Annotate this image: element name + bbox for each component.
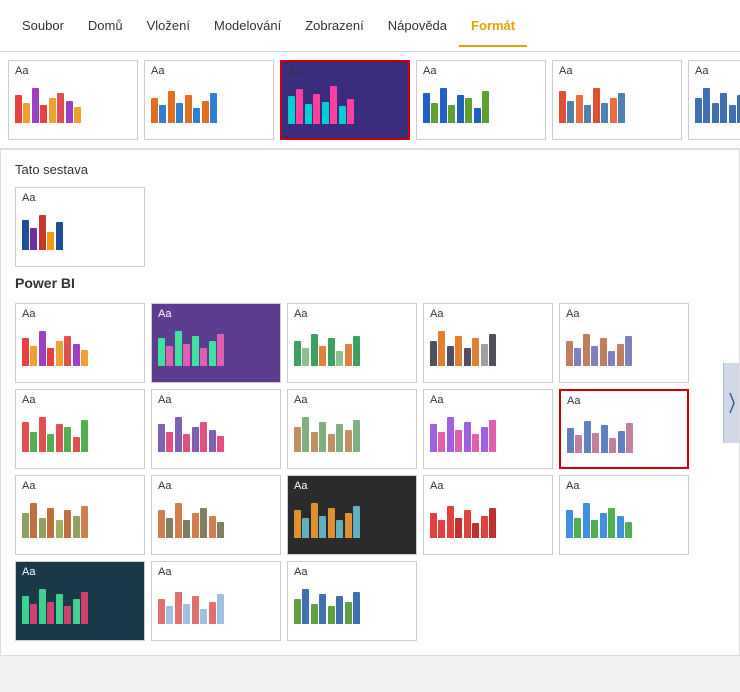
theme-card-pbi14[interactable]: Aa	[423, 475, 553, 555]
tab-format[interactable]: Formát	[459, 4, 527, 47]
theme-card-tr1[interactable]: Aa	[15, 187, 145, 267]
tab-zobrazeni[interactable]: Zobrazení	[293, 4, 376, 47]
theme-label: Aa	[294, 566, 410, 578]
theme-label: Aa	[22, 566, 138, 578]
tab-napoveda[interactable]: Nápověda	[376, 4, 459, 47]
theme-card-pbi2[interactable]: Aa	[151, 303, 281, 383]
theme-label: Aa	[158, 308, 274, 320]
theme-label: Aa	[22, 480, 138, 492]
theme-label: Aa	[566, 308, 682, 320]
theme-card-pbi16[interactable]: Aa	[15, 561, 145, 641]
this-report-themes-grid: Aa	[15, 187, 725, 267]
theme-card-pbi4[interactable]: Aa	[423, 303, 553, 383]
theme-label: Aa	[294, 308, 410, 320]
theme-label: Aa	[158, 480, 274, 492]
theme-card-t4[interactable]: Aa	[416, 60, 546, 140]
theme-card-pbi9[interactable]: Aa	[423, 389, 553, 469]
section-power-bi-title: Power BI	[15, 275, 725, 291]
theme-card-pbi18[interactable]: Aa	[287, 561, 417, 641]
theme-card-pbi10[interactable]: AaExecutive	[559, 389, 689, 469]
theme-card-pbi8[interactable]: Aa	[287, 389, 417, 469]
right-side-arrow[interactable]	[723, 363, 739, 443]
theme-card-pbi5[interactable]: Aa	[559, 303, 689, 383]
theme-card-pbi12[interactable]: Aa	[151, 475, 281, 555]
chevron-right-icon	[728, 388, 736, 418]
theme-card-pbi13[interactable]: Aa	[287, 475, 417, 555]
theme-label: Aa	[288, 66, 402, 78]
theme-card-pbi3[interactable]: Aa	[287, 303, 417, 383]
section-this-report-title: Tato sestava	[15, 162, 725, 177]
ribbon: Soubor Domů Vložení Modelování Zobrazení…	[0, 0, 740, 52]
theme-card-pbi17[interactable]: Aa	[151, 561, 281, 641]
theme-card-pbi15[interactable]: Aa	[559, 475, 689, 555]
theme-label: Aa	[566, 480, 682, 492]
tab-domu[interactable]: Domů	[76, 4, 135, 47]
theme-label: Aa	[22, 308, 138, 320]
theme-label: Aa	[151, 65, 267, 77]
theme-label: Aa	[430, 394, 546, 406]
theme-card-t5[interactable]: Aa	[552, 60, 682, 140]
theme-card-t1[interactable]: Aa	[8, 60, 138, 140]
theme-dropdown-panel: Tato sestava Aa Power BI AaAaAaAaAaAaAaA…	[0, 149, 740, 656]
theme-label: Aa	[430, 480, 546, 492]
theme-label: Aa	[15, 65, 131, 77]
theme-label: Aa	[158, 394, 274, 406]
theme-card-pbi6[interactable]: Aa	[15, 389, 145, 469]
theme-label: Aa	[22, 192, 138, 204]
theme-card-pbi7[interactable]: Aa	[151, 389, 281, 469]
theme-label: Aa	[423, 65, 539, 77]
theme-card-t3[interactable]: Aa	[280, 60, 410, 140]
tab-soubor[interactable]: Soubor	[10, 4, 76, 47]
theme-card-pbi1[interactable]: Aa	[15, 303, 145, 383]
power-bi-themes-grid: AaAaAaAaAaAaAaAaAaAaExecutiveAaAaAaAaAaA…	[15, 303, 725, 641]
theme-card-pbi11[interactable]: Aa	[15, 475, 145, 555]
theme-label: Aa	[294, 480, 410, 492]
theme-label: Aa	[559, 65, 675, 77]
theme-card-t2[interactable]: Aa	[144, 60, 274, 140]
theme-label: Aa	[430, 308, 546, 320]
theme-label: Aa	[158, 566, 274, 578]
theme-label: Aa	[22, 394, 138, 406]
tab-vlozeni[interactable]: Vložení	[135, 4, 202, 47]
theme-card-t6[interactable]: Aa	[688, 60, 740, 140]
tab-modelovani[interactable]: Modelování	[202, 4, 293, 47]
theme-label: Aa	[695, 65, 740, 77]
theme-label: Aa	[567, 395, 681, 407]
theme-label: Aa	[294, 394, 410, 406]
